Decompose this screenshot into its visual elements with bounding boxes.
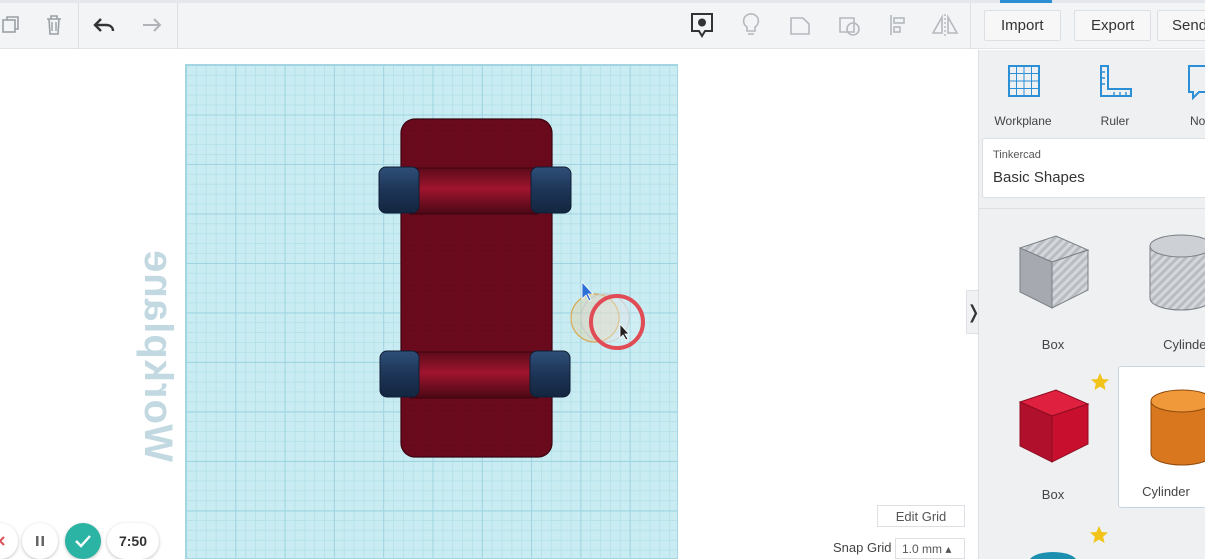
- trash-icon[interactable]: [36, 7, 72, 43]
- workplane-tool[interactable]: Workplane: [983, 58, 1063, 128]
- view-icon[interactable]: [684, 7, 720, 43]
- tinkercad-editor: Import Export Send Workplane Edit Grid S…: [0, 0, 1205, 559]
- snap-grid-label: Snap Grid: [833, 540, 892, 555]
- export-button[interactable]: Export: [1074, 10, 1152, 41]
- shapes-panel: Workplane Ruler No Box Cylinde Box Cylin…: [978, 50, 1205, 559]
- shape-label: Box: [1041, 487, 1065, 502]
- drag-cursor-ghost: [570, 280, 645, 350]
- snap-grid-select[interactable]: 1.0 mm ▴: [895, 538, 965, 559]
- shape-cylinder-orange[interactable]: Cylinder: [1118, 366, 1205, 508]
- panel-divider: [979, 208, 1205, 209]
- notes-tool[interactable]: No: [1165, 58, 1205, 128]
- shape-label: Box: [1041, 337, 1065, 352]
- wheel-rear-left: [379, 350, 420, 398]
- pause-icon: [36, 536, 44, 546]
- design-canvas[interactable]: Workplane Edit Grid Snap Grid 1.0 mm ▴ ❭…: [0, 50, 981, 559]
- shape-label: Cylinder: [1142, 484, 1190, 499]
- car-model[interactable]: [370, 110, 580, 460]
- toolbar-divider: [177, 3, 178, 49]
- recording-timer: 7:50: [107, 523, 159, 559]
- toolbar: Import Export Send: [0, 3, 1205, 49]
- close-icon: [0, 536, 5, 546]
- rear-axle: [409, 351, 539, 399]
- shape-box-red[interactable]: Box: [986, 368, 1120, 510]
- undo-icon[interactable]: [86, 7, 122, 43]
- close-recording-button[interactable]: [0, 523, 18, 559]
- ruler-tool-label: Ruler: [1100, 114, 1130, 128]
- notes-tool-label: No: [1190, 114, 1205, 128]
- notes-icon: [1188, 65, 1205, 100]
- copy-icon[interactable]: [0, 7, 28, 43]
- mirror-icon[interactable]: [927, 7, 963, 43]
- favorite-star-icon: [1090, 526, 1108, 543]
- box-gray-icon: [1018, 235, 1090, 309]
- shape-cylinder-gray[interactable]: Cylinder: [1120, 218, 1205, 360]
- shape-partial-icon[interactable]: [1025, 550, 1081, 559]
- wheel-front-left: [378, 166, 420, 214]
- toolbar-divider: [970, 3, 971, 49]
- group-icon[interactable]: [782, 7, 818, 43]
- workplane-watermark: Workplane: [136, 249, 180, 462]
- favorite-star-icon: [1091, 373, 1109, 390]
- library-source: Tinkercad: [993, 149, 1041, 161]
- pause-button[interactable]: [22, 523, 58, 559]
- import-button[interactable]: Import: [984, 10, 1061, 41]
- wheel-front-right: [530, 166, 572, 214]
- toolbar-divider: [78, 3, 79, 49]
- ungroup-icon[interactable]: [831, 7, 867, 43]
- ruler-icon: [1100, 65, 1132, 97]
- box-red-icon: [1018, 389, 1090, 463]
- shape-box-gray[interactable]: Box: [986, 218, 1120, 360]
- cylinder-orange-icon: [1150, 389, 1205, 466]
- redo-icon[interactable]: [133, 7, 169, 43]
- ruler-tool[interactable]: Ruler: [1075, 58, 1155, 128]
- shape-label: Cylinder: [1163, 337, 1205, 352]
- align-icon[interactable]: [880, 7, 916, 43]
- workplane-icon: [1008, 65, 1040, 97]
- library-name: Basic Shapes: [993, 169, 1085, 186]
- front-axle: [409, 167, 539, 215]
- lightbulb-icon[interactable]: [733, 7, 769, 43]
- wheel-rear-right: [529, 350, 571, 398]
- edit-grid-button[interactable]: Edit Grid: [877, 505, 965, 527]
- send-to-button[interactable]: Send: [1157, 10, 1205, 41]
- shape-library-selector[interactable]: Tinkercad Basic Shapes: [982, 138, 1205, 198]
- workplane-tool-label: Workplane: [994, 114, 1052, 128]
- check-icon: [75, 535, 91, 548]
- done-button[interactable]: [65, 523, 101, 559]
- cylinder-gray-icon: [1149, 234, 1205, 311]
